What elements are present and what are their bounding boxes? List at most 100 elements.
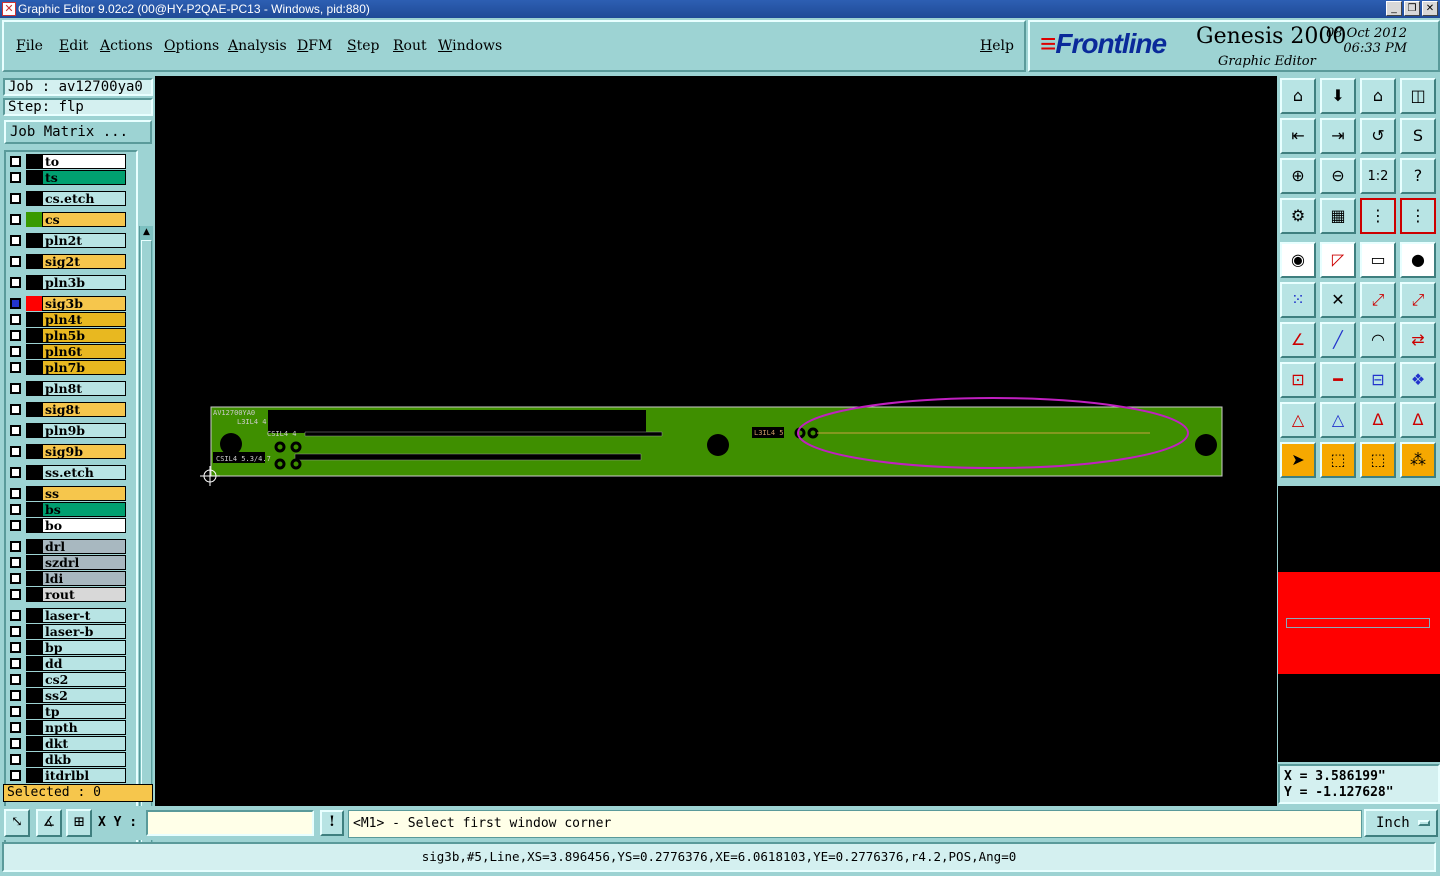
layer-name[interactable]: bs: [42, 502, 126, 517]
layer-color-swatch[interactable]: [26, 296, 42, 311]
layer-color-swatch[interactable]: [26, 486, 42, 501]
layer-color-swatch[interactable]: [26, 154, 42, 169]
menu-actions[interactable]: Actions: [100, 38, 153, 54]
layer-checkbox[interactable]: [10, 172, 21, 183]
move-point-alt-icon[interactable]: ⤢: [1400, 282, 1436, 318]
triangle-red-icon[interactable]: Δ: [1360, 402, 1396, 438]
layer-name[interactable]: pln8t: [42, 381, 126, 396]
arc-tool-icon[interactable]: ◠: [1360, 322, 1396, 358]
undo-view-icon[interactable]: ↺: [1360, 118, 1396, 154]
layer-checkbox[interactable]: [10, 674, 21, 685]
layer-row-sig2t[interactable]: sig2t: [8, 254, 128, 269]
grid-icon[interactable]: ▦: [1320, 198, 1356, 234]
snap-angle-icon[interactable]: ∡: [36, 809, 62, 837]
layer-checkbox[interactable]: [10, 314, 21, 325]
layer-row-bp[interactable]: bp: [8, 640, 128, 655]
layer-checkbox[interactable]: [10, 256, 21, 267]
triangle-outline-icon[interactable]: △: [1320, 402, 1356, 438]
layer-name[interactable]: ss2: [42, 688, 126, 703]
dimension-icon[interactable]: ⊟: [1360, 362, 1396, 398]
add-pad-icon[interactable]: ◉: [1280, 242, 1316, 278]
layer-row-dd[interactable]: dd: [8, 656, 128, 671]
snap-center-icon[interactable]: ⊞: [66, 809, 92, 837]
layer-color-swatch[interactable]: [26, 688, 42, 703]
layer-checkbox[interactable]: [10, 589, 21, 600]
layer-name[interactable]: ts: [42, 170, 126, 185]
layer-row-pln3b[interactable]: pln3b: [8, 275, 128, 290]
layer-color-swatch[interactable]: [26, 656, 42, 671]
layer-color-swatch[interactable]: [26, 254, 42, 269]
layer-name[interactable]: dd: [42, 656, 126, 671]
layer-checkbox[interactable]: [10, 770, 21, 781]
select-box-icon[interactable]: ⬚: [1320, 442, 1356, 478]
layer-checkbox[interactable]: [10, 626, 21, 637]
layer-checkbox[interactable]: [10, 520, 21, 531]
layer-color-swatch[interactable]: [26, 212, 42, 227]
layer-name[interactable]: dkt: [42, 736, 126, 751]
layer-checkbox[interactable]: [10, 446, 21, 457]
layer-checkbox[interactable]: [10, 214, 21, 225]
layer-row-tp[interactable]: tp: [8, 704, 128, 719]
layer-name[interactable]: cs.etch: [42, 191, 126, 206]
split-line-icon[interactable]: ━: [1320, 362, 1356, 398]
layer-color-swatch[interactable]: [26, 381, 42, 396]
select-net-icon[interactable]: ⁂: [1400, 442, 1436, 478]
layer-name[interactable]: dkb: [42, 752, 126, 767]
layer-color-swatch[interactable]: [26, 402, 42, 417]
layer-checkbox[interactable]: [10, 156, 21, 167]
layer-name[interactable]: szdrl: [42, 555, 126, 570]
layer-name[interactable]: cs2: [42, 672, 126, 687]
layer-row-ss-etch[interactable]: ss.etch: [8, 465, 128, 480]
save-view-icon[interactable]: ⬇: [1320, 78, 1356, 114]
layer-name[interactable]: sig9b: [42, 444, 126, 459]
menu-windows[interactable]: Windows: [438, 38, 502, 54]
select-arrow-icon[interactable]: ➤: [1280, 442, 1316, 478]
close-button[interactable]: ✕: [1422, 1, 1438, 16]
layer-name[interactable]: cs: [42, 212, 126, 227]
layer-checkbox[interactable]: [10, 706, 21, 717]
layer-row-ss[interactable]: ss: [8, 486, 128, 501]
layer-row-dkt[interactable]: dkt: [8, 736, 128, 751]
shapes-icon[interactable]: ❖: [1400, 362, 1436, 398]
layer-checkbox[interactable]: [10, 488, 21, 499]
layer-checkbox[interactable]: [10, 722, 21, 733]
delete-node-icon[interactable]: ✕: [1320, 282, 1356, 318]
layer-row-cs2[interactable]: cs2: [8, 672, 128, 687]
scroll-thumb[interactable]: [141, 240, 152, 844]
pan-left-icon[interactable]: ⇤: [1280, 118, 1316, 154]
layer-color-swatch[interactable]: [26, 465, 42, 480]
layer-color-swatch[interactable]: [26, 233, 42, 248]
menu-help[interactable]: Help: [980, 38, 1014, 54]
layer-row-sig8t[interactable]: sig8t: [8, 402, 128, 417]
layer-color-swatch[interactable]: [26, 720, 42, 735]
layer-color-swatch[interactable]: [26, 555, 42, 570]
layer-row-npth[interactable]: npth: [8, 720, 128, 735]
move-point-icon[interactable]: ⤢: [1360, 282, 1396, 318]
menu-dfm[interactable]: DFM: [297, 38, 332, 54]
layer-checkbox[interactable]: [10, 277, 21, 288]
layer-name[interactable]: tp: [42, 704, 126, 719]
layer-color-swatch[interactable]: [26, 539, 42, 554]
layer-name[interactable]: npth: [42, 720, 126, 735]
split-view-icon[interactable]: ◫: [1400, 78, 1436, 114]
menu-edit[interactable]: Edit: [59, 38, 88, 54]
angle-icon[interactable]: ∠: [1280, 322, 1316, 358]
layer-name[interactable]: itdrlbl: [42, 768, 126, 783]
layer-name[interactable]: drl: [42, 539, 126, 554]
layer-color-swatch[interactable]: [26, 312, 42, 327]
layer-color-swatch[interactable]: [26, 423, 42, 438]
menu-rout[interactable]: Rout: [393, 38, 427, 54]
layer-color-swatch[interactable]: [26, 328, 42, 343]
layer-color-swatch[interactable]: [26, 191, 42, 206]
layer-checkbox[interactable]: [10, 690, 21, 701]
add-surface-icon[interactable]: ●: [1400, 242, 1436, 278]
layer-name[interactable]: laser-t: [42, 608, 126, 623]
layer-checkbox[interactable]: [10, 330, 21, 341]
trace-2[interactable]: [294, 453, 642, 461]
layer-name[interactable]: pln7b: [42, 360, 126, 375]
layer-name[interactable]: bp: [42, 640, 126, 655]
trace-1[interactable]: [304, 431, 663, 437]
layer-checkbox[interactable]: [10, 467, 21, 478]
select-window-icon[interactable]: ⬚: [1360, 442, 1396, 478]
layer-checkbox[interactable]: [10, 754, 21, 765]
